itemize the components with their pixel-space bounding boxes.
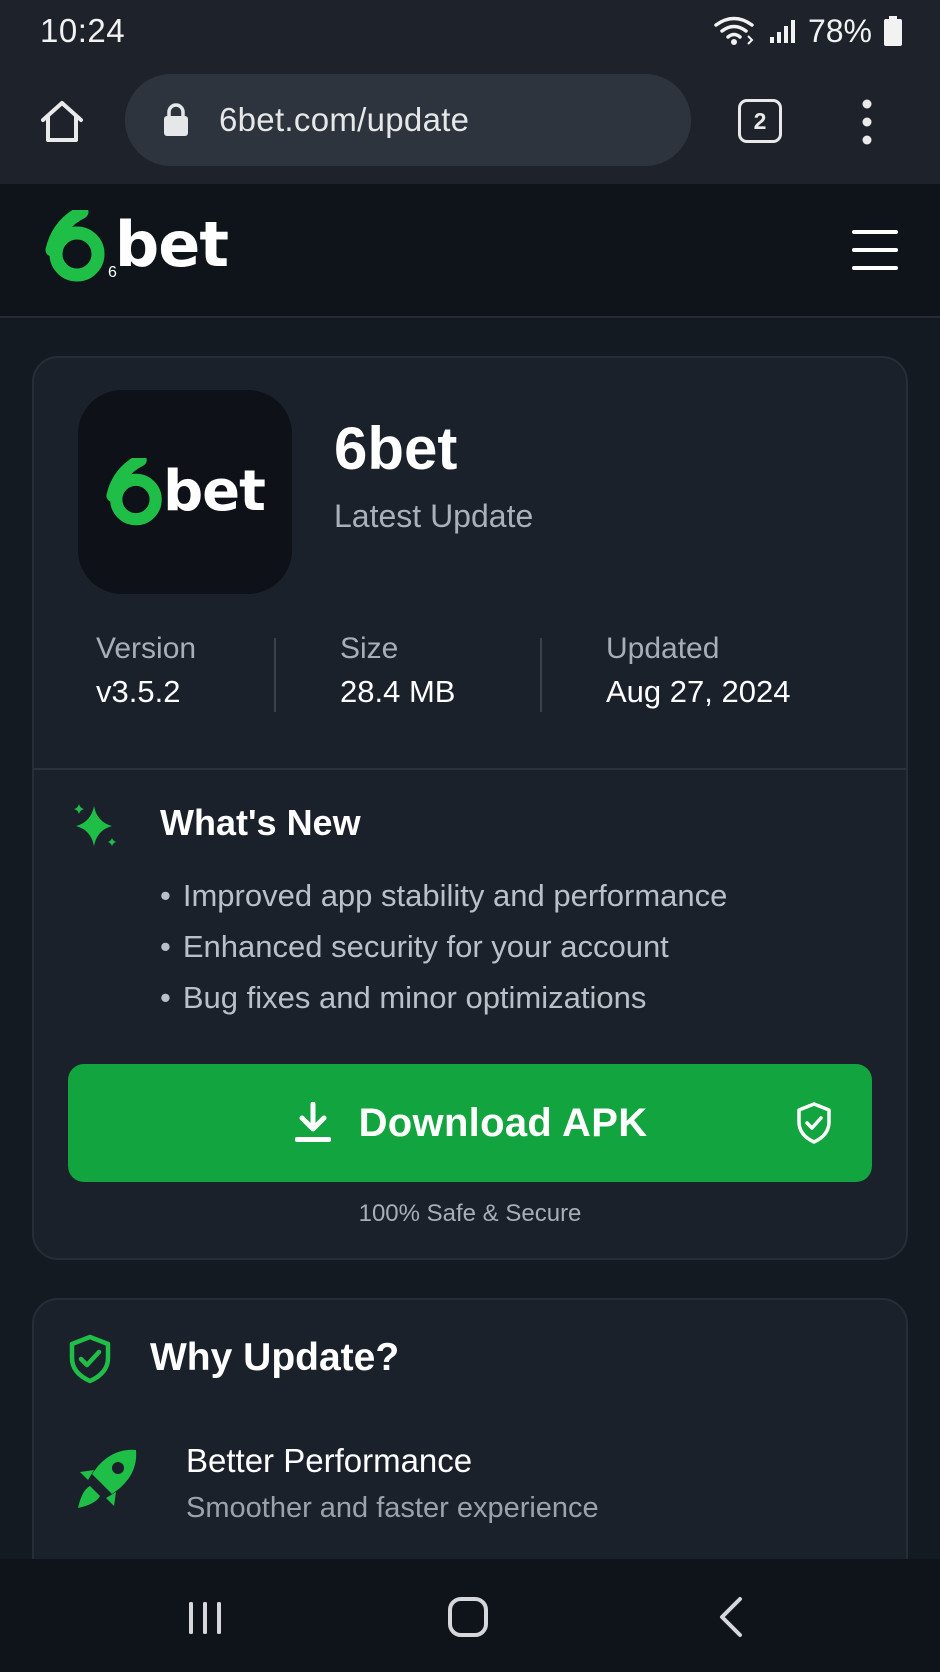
shield-check-icon	[797, 1102, 831, 1144]
stat-size: Size 28.4 MB	[340, 632, 456, 709]
hamburger-line	[852, 230, 898, 234]
logo-six-icon	[106, 458, 162, 526]
wifi-icon	[714, 16, 754, 45]
app-stats: Version v3.5.2 Size 28.4 MB Updated Aug …	[34, 634, 906, 714]
download-apk-button[interactable]: Download APK	[68, 1064, 872, 1182]
stat-value: 28.4 MB	[340, 674, 456, 709]
browser-toolbar: 6bet.com/update 2	[0, 62, 940, 184]
download-label: Download APK	[358, 1100, 648, 1145]
feature-subtitle: Smoother and faster experience	[186, 1492, 599, 1524]
url-text[interactable]: 6bet.com/update	[219, 101, 469, 139]
logo-six-icon	[45, 210, 105, 282]
app-icon-logo: bet	[105, 458, 266, 526]
whats-new-list: • Improved app stability and performance …	[160, 870, 727, 1023]
stat-value: Aug 27, 2024	[606, 674, 791, 709]
more-vert-icon[interactable]	[856, 98, 878, 146]
rocket-icon	[78, 1449, 137, 1508]
logo-text: bet	[114, 208, 229, 281]
system-nav-bar	[0, 1559, 940, 1672]
list-item: • Improved app stability and performance	[160, 878, 728, 913]
site-header: 6 bet	[0, 184, 940, 318]
sparkle-icon	[74, 804, 116, 846]
stat-version: Version v3.5.2	[96, 632, 197, 709]
stat-label: Size	[340, 632, 399, 665]
home-button-icon[interactable]	[446, 1595, 490, 1639]
status-time: 10:24	[40, 12, 126, 49]
list-item: • Bug fixes and minor optimizations	[160, 980, 647, 1015]
stat-value: v3.5.2	[96, 674, 181, 709]
tabs-button[interactable]: 2	[738, 99, 782, 143]
card-divider	[34, 768, 906, 770]
stat-divider	[274, 638, 276, 712]
app-subtitle: Latest Update	[334, 498, 534, 534]
list-item: • Enhanced security for your account	[160, 929, 669, 964]
site-logo[interactable]: 6 bet	[44, 208, 229, 282]
signal-icon	[769, 20, 795, 43]
recents-icon[interactable]	[186, 1599, 224, 1637]
app-name: 6bet	[334, 415, 458, 482]
whats-new-title: What's New	[160, 802, 361, 843]
app-icon: bet	[78, 390, 292, 594]
download-icon	[294, 1102, 331, 1142]
battery-percent: 78%	[807, 12, 872, 49]
shield-check-icon	[69, 1334, 111, 1384]
back-icon[interactable]	[716, 1595, 746, 1639]
app-update-card: bet 6bet Latest Update Version v3.5.2 Si…	[32, 356, 908, 1260]
status-bar: 10:24 78%	[0, 0, 940, 62]
stat-label: Version	[96, 632, 197, 665]
safe-secure-text: 100% Safe & Secure	[358, 1200, 582, 1227]
hamburger-menu-button[interactable]	[852, 230, 898, 270]
stat-updated: Updated Aug 27, 2024	[606, 632, 791, 709]
lock-icon	[164, 103, 188, 136]
stat-label: Updated	[606, 632, 720, 665]
status-icons: 78%	[712, 13, 902, 50]
hamburger-line	[852, 266, 898, 270]
stat-divider	[540, 638, 542, 712]
home-icon[interactable]	[38, 98, 86, 146]
feature-title: Better Performance	[186, 1442, 473, 1479]
address-bar[interactable]: 6bet.com/update	[125, 74, 691, 166]
tab-count: 2	[753, 107, 767, 134]
hamburger-line	[852, 248, 898, 252]
why-update-title: Why Update?	[150, 1336, 400, 1379]
battery-icon	[884, 16, 902, 46]
app-icon-logo-text: bet	[163, 459, 266, 524]
